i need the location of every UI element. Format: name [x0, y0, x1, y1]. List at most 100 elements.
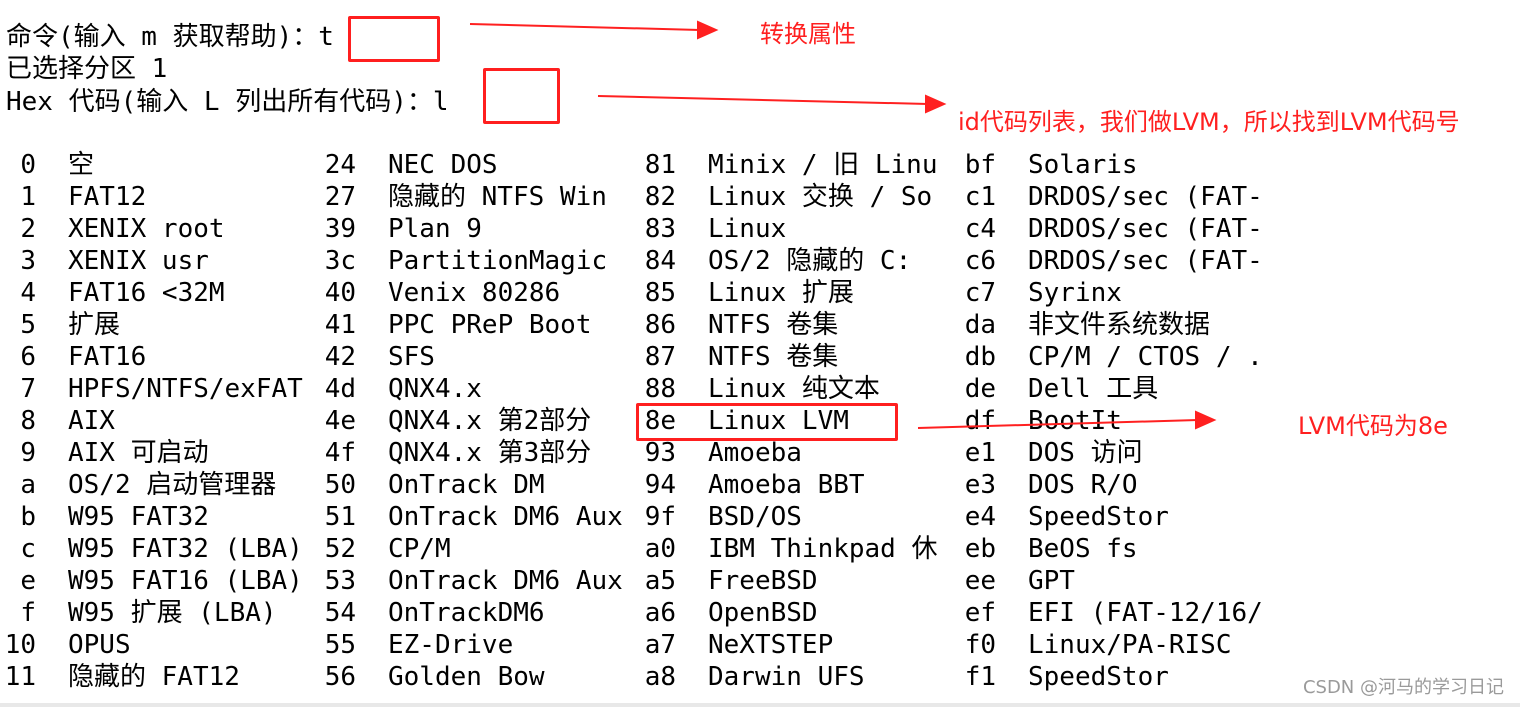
type-name: FAT16	[68, 342, 147, 372]
type-name: Amoeba	[708, 438, 802, 468]
type-name: EZ-Drive	[388, 630, 514, 660]
type-name: AIX 可启动	[68, 438, 209, 468]
type-name: 非文件系统数据	[1028, 310, 1211, 340]
type-code: f1	[964, 662, 996, 692]
type-name: PartitionMagic	[388, 246, 608, 276]
highlight-lvm-row	[636, 403, 898, 441]
type-name: DRDOS/sec (FAT-	[1028, 214, 1263, 244]
type-name: 扩展	[68, 310, 121, 340]
type-name: Linux 纯文本	[708, 374, 880, 404]
type-code: 88	[644, 374, 676, 404]
type-code: 53	[324, 566, 356, 596]
type-name: QNX4.x	[388, 374, 482, 404]
type-code: 94	[644, 470, 676, 500]
type-name: NeXTSTEP	[708, 630, 834, 660]
type-name: Linux/PA-RISC	[1028, 630, 1232, 660]
type-name: 隐藏的 FAT12	[68, 662, 240, 692]
type-name: BSD/OS	[708, 502, 802, 532]
watermark: CSDN @河马的学习日记	[1302, 677, 1504, 698]
type-name: AIX	[68, 406, 115, 436]
annotation-lvm: LVM代码为8e	[1298, 412, 1448, 440]
type-name: SpeedStor	[1028, 502, 1169, 532]
type-code: e	[20, 566, 36, 596]
type-code: c1	[964, 182, 996, 212]
type-name: Plan 9	[388, 214, 482, 244]
type-code: 27	[324, 182, 356, 212]
selected-partition-line: 已选择分区 1	[6, 54, 168, 84]
type-name: XENIX root	[68, 214, 225, 244]
type-name: 隐藏的 NTFS Win	[388, 182, 607, 212]
type-name: QNX4.x 第2部分	[388, 406, 592, 436]
type-code: 42	[324, 342, 356, 372]
type-code: 5	[20, 310, 36, 340]
bottom-border	[0, 703, 1520, 707]
type-code: 86	[644, 310, 676, 340]
annotation-convert: 转换属性	[760, 20, 856, 48]
type-code: 4f	[324, 438, 356, 468]
type-name: W95 FAT32 (LBA)	[68, 534, 303, 564]
type-name: Amoeba BBT	[708, 470, 865, 500]
type-code: e3	[964, 470, 996, 500]
type-code: 40	[324, 278, 356, 308]
type-name: NEC DOS	[388, 150, 498, 180]
type-name: DRDOS/sec (FAT-	[1028, 182, 1263, 212]
type-code: 24	[324, 150, 356, 180]
type-code: e4	[964, 502, 996, 532]
type-name: OS/2 启动管理器	[68, 470, 277, 500]
type-code: 10	[4, 630, 36, 660]
type-code: a8	[644, 662, 676, 692]
type-name: OpenBSD	[708, 598, 818, 628]
type-code: 1	[20, 182, 36, 212]
type-code: 82	[644, 182, 676, 212]
type-name: BootIt	[1028, 406, 1122, 436]
type-name: OnTrack DM6 Aux	[388, 502, 623, 532]
type-name: DOS R/O	[1028, 470, 1138, 500]
type-name: Linux 扩展	[708, 278, 854, 308]
type-code: c6	[964, 246, 996, 276]
arrow-list-line	[597, 95, 929, 105]
type-name: CP/M / CTOS / .	[1028, 342, 1263, 372]
type-code: 54	[324, 598, 356, 628]
type-code: 3c	[324, 246, 356, 276]
type-name: OS/2 隐藏的 C:	[708, 246, 912, 276]
type-name: IBM Thinkpad 休	[708, 534, 938, 564]
type-code: 50	[324, 470, 356, 500]
type-code: 85	[644, 278, 676, 308]
type-code: ef	[964, 598, 996, 628]
arrow-convert-head	[697, 20, 719, 40]
prompt-command-text: 命令(输入 m 获取帮助)：	[6, 22, 319, 52]
type-name: FAT12	[68, 182, 147, 212]
type-code: 7	[20, 374, 36, 404]
type-code: a	[20, 470, 36, 500]
type-code: eb	[964, 534, 996, 564]
type-name: GPT	[1028, 566, 1075, 596]
type-name: SFS	[388, 342, 435, 372]
type-code: 4e	[324, 406, 356, 436]
type-code: 87	[644, 342, 676, 372]
type-code: 4	[20, 278, 36, 308]
type-name: PPC PReP Boot	[388, 310, 592, 340]
type-code: 51	[324, 502, 356, 532]
prompt-hex-text: Hex 代码(输入 L 列出所有代码)：	[6, 87, 433, 117]
prompt-hex: Hex 代码(输入 L 列出所有代码)：l	[6, 86, 449, 118]
prompt-command-input: t	[318, 22, 334, 52]
type-code: 0	[20, 150, 36, 180]
type-code: 6	[20, 342, 36, 372]
type-name: OnTrackDM6	[388, 598, 545, 628]
type-name: DRDOS/sec (FAT-	[1028, 246, 1263, 276]
type-name: Linux 交换 / So	[708, 182, 933, 212]
highlight-command-input	[348, 16, 440, 62]
type-code: 56	[324, 662, 356, 692]
type-code: e1	[964, 438, 996, 468]
type-name: Solaris	[1028, 150, 1138, 180]
annotation-list: id代码列表，我们做LVM，所以找到LVM代码号	[958, 108, 1460, 136]
type-name: W95 FAT32	[68, 502, 209, 532]
type-code: c7	[964, 278, 996, 308]
type-name: Darwin UFS	[708, 662, 865, 692]
type-code: 41	[324, 310, 356, 340]
type-code: 83	[644, 214, 676, 244]
type-name: SpeedStor	[1028, 662, 1169, 692]
type-name: FAT16 <32M	[68, 278, 225, 308]
terminal: 命令(输入 m 获取帮助)：t 已选择分区 1 Hex 代码(输入 L 列出所有…	[0, 0, 1520, 707]
type-code: db	[964, 342, 996, 372]
